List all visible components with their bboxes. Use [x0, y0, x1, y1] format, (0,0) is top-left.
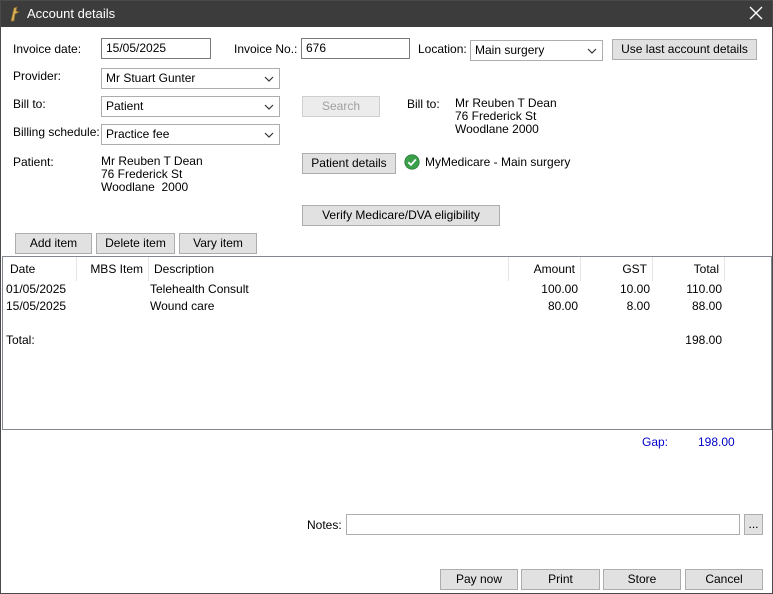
chevron-down-icon — [264, 104, 274, 110]
patient-label: Patient: — [13, 155, 54, 169]
bill-to-label: Bill to: — [13, 97, 46, 111]
search-button[interactable]: Search — [302, 96, 380, 117]
gap-value: 198.00 — [698, 435, 735, 449]
items-table[interactable]: Date MBS Item Description Amount GST Tot… — [2, 256, 772, 430]
pay-now-button[interactable]: Pay now — [440, 569, 518, 590]
print-button[interactable]: Print — [521, 569, 600, 590]
column-header-gst[interactable]: GST — [583, 257, 647, 281]
title-bar: Account details — [1, 1, 772, 27]
invoice-no-label: Invoice No.: — [234, 42, 298, 56]
row-date: 15/05/2025 — [6, 299, 67, 313]
billing-schedule-value: Practice fee — [106, 127, 170, 141]
table-row[interactable]: 01/05/2025 Telehealth Consult 100.00 10.… — [3, 281, 771, 298]
medicare-status: MyMedicare - Main surgery — [425, 155, 571, 169]
notes-label: Notes: — [307, 518, 342, 532]
table-row[interactable]: 15/05/2025 Wound care 80.00 8.00 88.00 — [3, 298, 771, 315]
table-header: Date MBS Item Description Amount GST Tot… — [3, 257, 771, 281]
notes-more-button[interactable]: ... — [744, 514, 763, 535]
row-description: Telehealth Consult — [150, 282, 249, 296]
row-amount: 80.00 — [547, 299, 578, 313]
use-last-account-details-button[interactable]: Use last account details — [612, 39, 757, 60]
row-description: Wound care — [150, 299, 215, 313]
cancel-button[interactable]: Cancel — [685, 569, 763, 590]
row-total: 88.00 — [691, 299, 722, 313]
total-value: 198.00 — [685, 333, 722, 347]
bill-to-address-label: Bill to: — [407, 97, 440, 111]
close-icon[interactable] — [748, 5, 764, 21]
account-details-window: Account details Invoice date: 15/05/2025… — [0, 0, 773, 594]
chevron-down-icon — [264, 76, 274, 82]
billing-schedule-select[interactable]: Practice fee — [101, 124, 280, 145]
provider-label: Provider: — [13, 69, 62, 83]
green-check-icon — [404, 154, 420, 170]
app-logo-icon — [10, 6, 21, 22]
window-title: Account details — [27, 6, 116, 21]
total-label: Total: — [6, 333, 35, 347]
column-header-total[interactable]: Total — [655, 257, 719, 281]
billing-schedule-label: Billing schedule: — [13, 125, 100, 139]
location-label: Location: — [418, 42, 467, 56]
row-gst: 10.00 — [619, 282, 650, 296]
column-header-description[interactable]: Description — [154, 257, 214, 281]
row-gst: 8.00 — [626, 299, 650, 313]
location-select[interactable]: Main surgery — [470, 40, 603, 61]
add-item-button[interactable]: Add item — [15, 233, 92, 254]
chevron-down-icon — [264, 132, 274, 138]
store-button[interactable]: Store — [603, 569, 681, 590]
gap-label: Gap: — [642, 435, 669, 449]
invoice-date-label: Invoice date: — [13, 42, 82, 56]
invoice-date-field[interactable]: 15/05/2025 — [101, 38, 211, 59]
patient-suburb: Woodlane 2000 — [101, 180, 189, 194]
delete-item-button[interactable]: Delete item — [96, 233, 175, 254]
column-header-date[interactable]: Date — [10, 257, 35, 281]
row-amount: 100.00 — [541, 282, 578, 296]
row-date: 01/05/2025 — [6, 282, 67, 296]
invoice-no-field[interactable]: 676 — [301, 38, 410, 59]
location-value: Main surgery — [475, 43, 545, 57]
provider-select[interactable]: Mr Stuart Gunter — [101, 68, 280, 89]
table-total-row: Total: 198.00 — [3, 332, 771, 349]
bill-to-suburb: Woodlane 2000 — [455, 122, 539, 136]
column-header-amount[interactable]: Amount — [511, 257, 575, 281]
patient-details-button[interactable]: Patient details — [302, 153, 396, 174]
verify-eligibility-button[interactable]: Verify Medicare/DVA eligibility — [302, 205, 500, 226]
bill-to-select[interactable]: Patient — [101, 96, 280, 117]
column-header-mbs-item[interactable]: MBS Item — [79, 257, 143, 281]
provider-value: Mr Stuart Gunter — [106, 71, 196, 85]
chevron-down-icon — [587, 48, 597, 54]
row-total: 110.00 — [686, 282, 722, 296]
notes-field[interactable] — [346, 514, 740, 535]
bill-to-value: Patient — [106, 99, 144, 113]
vary-item-button[interactable]: Vary item — [179, 233, 257, 254]
